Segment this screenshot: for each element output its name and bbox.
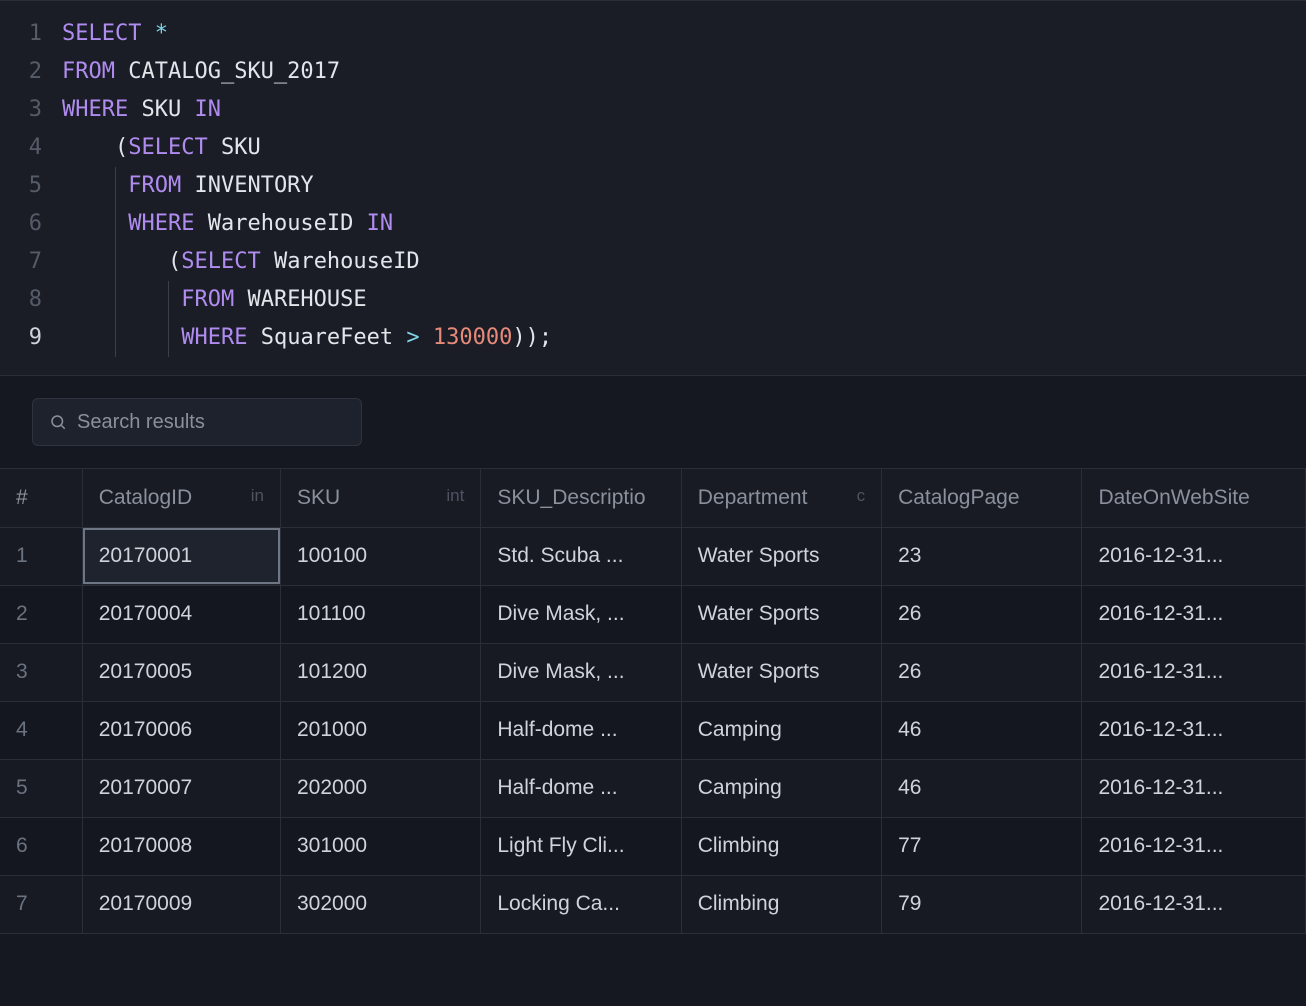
code-line[interactable]: 9 WHERE SquareFeet > 130000)); — [0, 319, 1306, 357]
row-number: 2 — [0, 585, 82, 643]
cell[interactable]: 100100 — [281, 527, 481, 585]
cell[interactable]: Dive Mask, ... — [481, 585, 681, 643]
code-content[interactable]: FROM CATALOG_SKU_2017 — [62, 53, 340, 91]
cell[interactable]: 2016-12-31... — [1082, 817, 1306, 875]
cell[interactable]: Locking Ca... — [481, 875, 681, 933]
code-content[interactable]: WHERE SKU IN — [62, 91, 221, 129]
table-row[interactable]: 120170001100100Std. Scuba ...Water Sport… — [0, 527, 1306, 585]
cell[interactable]: Climbing — [681, 875, 881, 933]
line-number: 8 — [0, 281, 62, 319]
cell[interactable]: 20170004 — [82, 585, 280, 643]
cell[interactable]: 20170007 — [82, 759, 280, 817]
cell[interactable]: 77 — [882, 817, 1082, 875]
sql-editor[interactable]: 1SELECT *2FROM CATALOG_SKU_20173WHERE SK… — [0, 0, 1306, 376]
cell[interactable]: 26 — [882, 585, 1082, 643]
row-number: 7 — [0, 875, 82, 933]
code-content[interactable]: WHERE WarehouseID IN — [62, 205, 393, 243]
code-line[interactable]: 2FROM CATALOG_SKU_2017 — [0, 53, 1306, 91]
cell[interactable]: 2016-12-31... — [1082, 527, 1306, 585]
line-number: 3 — [0, 91, 62, 129]
cell[interactable]: Water Sports — [681, 585, 881, 643]
row-number: 6 — [0, 817, 82, 875]
code-content[interactable]: WHERE SquareFeet > 130000)); — [62, 319, 552, 357]
cell[interactable]: 2016-12-31... — [1082, 875, 1306, 933]
line-number: 5 — [0, 167, 62, 205]
cell[interactable]: 20170008 — [82, 817, 280, 875]
cell[interactable]: 2016-12-31... — [1082, 585, 1306, 643]
cell[interactable]: 101100 — [281, 585, 481, 643]
cell[interactable]: 20170009 — [82, 875, 280, 933]
cell[interactable]: Dive Mask, ... — [481, 643, 681, 701]
column-header[interactable]: CatalogPage — [882, 469, 1082, 527]
cell[interactable]: Half-dome ... — [481, 759, 681, 817]
code-line[interactable]: 8 FROM WAREHOUSE — [0, 281, 1306, 319]
line-number: 6 — [0, 205, 62, 243]
code-line[interactable]: 3WHERE SKU IN — [0, 91, 1306, 129]
search-input[interactable] — [77, 411, 345, 434]
table-row[interactable]: 320170005101200Dive Mask, ...Water Sport… — [0, 643, 1306, 701]
column-header[interactable]: SKU_Descriptio — [481, 469, 681, 527]
table-row[interactable]: 520170007202000Half-dome ...Camping46201… — [0, 759, 1306, 817]
cell[interactable]: 79 — [882, 875, 1082, 933]
cell[interactable]: 302000 — [281, 875, 481, 933]
cell[interactable]: Camping — [681, 759, 881, 817]
code-line[interactable]: 7 (SELECT WarehouseID — [0, 243, 1306, 281]
cell[interactable]: 2016-12-31... — [1082, 643, 1306, 701]
cell[interactable]: Water Sports — [681, 527, 881, 585]
table-row[interactable]: 720170009302000Locking Ca...Climbing7920… — [0, 875, 1306, 933]
line-number: 9 — [0, 319, 62, 357]
code-content[interactable]: (SELECT SKU — [62, 129, 261, 167]
cell[interactable]: 26 — [882, 643, 1082, 701]
column-header[interactable]: CatalogIDin — [82, 469, 280, 527]
cell[interactable]: Light Fly Cli... — [481, 817, 681, 875]
cell[interactable]: Climbing — [681, 817, 881, 875]
column-header[interactable]: DateOnWebSite — [1082, 469, 1306, 527]
table-row[interactable]: 220170004101100Dive Mask, ...Water Sport… — [0, 585, 1306, 643]
cell[interactable]: 201000 — [281, 701, 481, 759]
line-number: 4 — [0, 129, 62, 167]
cell[interactable]: 46 — [882, 701, 1082, 759]
table-row[interactable]: 620170008301000Light Fly Cli...Climbing7… — [0, 817, 1306, 875]
cell[interactable]: 20170001 — [82, 527, 280, 585]
cell[interactable]: Water Sports — [681, 643, 881, 701]
search-results-box[interactable] — [32, 398, 362, 446]
cell[interactable]: 101200 — [281, 643, 481, 701]
line-number: 1 — [0, 15, 62, 53]
cell[interactable]: 46 — [882, 759, 1082, 817]
line-number: 7 — [0, 243, 62, 281]
cell[interactable]: 202000 — [281, 759, 481, 817]
code-content[interactable]: FROM INVENTORY — [62, 167, 314, 205]
row-number: 5 — [0, 759, 82, 817]
row-number: 3 — [0, 643, 82, 701]
cell[interactable]: Camping — [681, 701, 881, 759]
cell[interactable]: Half-dome ... — [481, 701, 681, 759]
table-row[interactable]: 420170006201000Half-dome ...Camping46201… — [0, 701, 1306, 759]
code-line[interactable]: 5 FROM INVENTORY — [0, 167, 1306, 205]
results-grid[interactable]: #CatalogIDinSKUintSKU_DescriptioDepartme… — [0, 468, 1306, 934]
code-line[interactable]: 6 WHERE WarehouseID IN — [0, 205, 1306, 243]
cell[interactable]: Std. Scuba ... — [481, 527, 681, 585]
column-header[interactable]: SKUint — [281, 469, 481, 527]
line-number: 2 — [0, 53, 62, 91]
cell[interactable]: 20170005 — [82, 643, 280, 701]
cell[interactable]: 23 — [882, 527, 1082, 585]
code-line[interactable]: 1SELECT * — [0, 15, 1306, 53]
column-header[interactable]: Departmentc — [681, 469, 881, 527]
code-content[interactable]: (SELECT WarehouseID — [62, 243, 420, 281]
cell[interactable]: 2016-12-31... — [1082, 701, 1306, 759]
row-number-header[interactable]: # — [0, 469, 82, 527]
cell[interactable]: 301000 — [281, 817, 481, 875]
code-content[interactable]: FROM WAREHOUSE — [62, 281, 367, 319]
cell[interactable]: 2016-12-31... — [1082, 759, 1306, 817]
cell[interactable]: 20170006 — [82, 701, 280, 759]
row-number: 4 — [0, 701, 82, 759]
row-number: 1 — [0, 527, 82, 585]
code-content[interactable]: SELECT * — [62, 15, 168, 53]
search-icon — [49, 413, 67, 431]
results-toolbar — [0, 376, 1306, 468]
code-line[interactable]: 4 (SELECT SKU — [0, 129, 1306, 167]
